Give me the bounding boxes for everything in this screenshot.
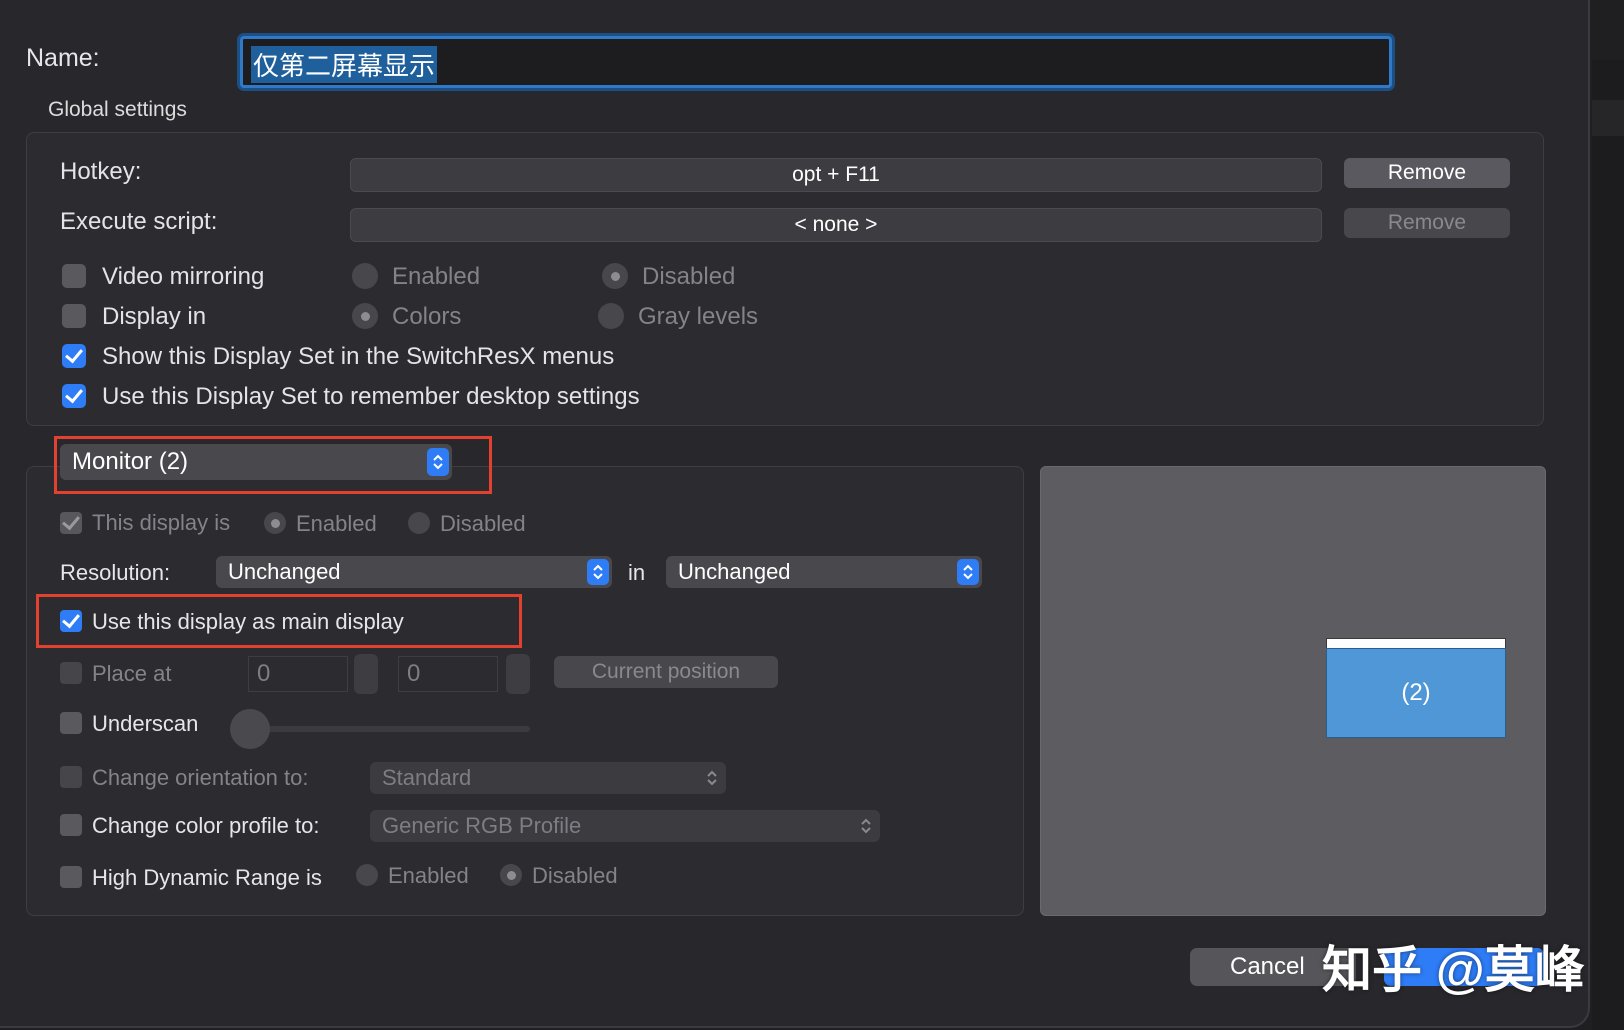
color-profile-popup[interactable]: Generic RGB Profile [370, 810, 880, 842]
video-mirroring-label: Video mirroring [102, 263, 265, 290]
monitor-selector-popup[interactable]: Monitor (2) [60, 444, 452, 480]
underscan-checkbox[interactable] [60, 712, 82, 734]
preview-screen[interactable]: (2) [1326, 648, 1506, 738]
hdr-disabled-label: Disabled [532, 863, 618, 888]
resolution-label: Resolution: [60, 560, 171, 585]
video-mirroring-disabled-radio[interactable] [602, 263, 628, 289]
hotkey-label: Hotkey: [60, 158, 142, 185]
main-display-checkbox[interactable] [60, 610, 82, 632]
place-at-checkbox[interactable] [60, 662, 82, 684]
place-at-x-stepper[interactable] [354, 654, 378, 694]
execute-script-value: < none > [794, 213, 878, 236]
place-at-y-value: 0 [407, 660, 421, 687]
watermark-text: 知乎 @莫峰 [1322, 942, 1585, 998]
display-in-colors-radio[interactable] [352, 303, 378, 329]
this-display-checkbox[interactable] [60, 512, 82, 534]
color-depth-popup[interactable]: Unchanged [666, 556, 982, 588]
popup-arrows-icon [957, 559, 979, 585]
this-display-enabled-label: Enabled [296, 511, 377, 536]
color-depth-value: Unchanged [678, 559, 791, 584]
video-mirroring-disabled-label: Disabled [642, 263, 736, 290]
place-at-x-value: 0 [257, 660, 271, 687]
display-in-label: Display in [102, 303, 207, 330]
execute-script-field[interactable]: < none > [350, 208, 1322, 242]
place-at-y-field[interactable]: 0 [398, 656, 498, 692]
show-in-menus-checkbox[interactable] [62, 344, 86, 368]
hdr-checkbox[interactable] [60, 866, 82, 888]
background-row-highlight [1592, 100, 1624, 136]
place-at-y-stepper[interactable] [506, 654, 530, 694]
popup-arrows-icon [427, 448, 449, 476]
display-in-gray-label: Gray levels [638, 303, 759, 330]
orientation-label: Change orientation to: [92, 765, 309, 790]
resolution-value: Unchanged [228, 559, 341, 584]
display-in-colors-label: Colors [392, 303, 462, 330]
resolution-in-label: in [628, 560, 646, 585]
this-display-label: This display is [92, 510, 231, 535]
underscan-slider-track[interactable] [250, 726, 530, 732]
hotkey-remove-button[interactable]: Remove [1344, 158, 1510, 188]
this-display-disabled-radio[interactable] [408, 512, 430, 534]
color-profile-label: Change color profile to: [92, 813, 320, 838]
orientation-checkbox[interactable] [60, 766, 82, 788]
hotkey-field[interactable]: opt + F11 [350, 158, 1322, 192]
hdr-enabled-radio[interactable] [356, 864, 378, 886]
hdr-label: High Dynamic Range is [92, 865, 322, 890]
underscan-label: Underscan [92, 711, 199, 736]
orientation-popup[interactable]: Standard [370, 762, 726, 794]
place-at-label: Place at [92, 661, 172, 686]
underscan-slider-knob[interactable] [230, 709, 270, 749]
place-at-x-field[interactable]: 0 [248, 656, 348, 692]
popup-arrows-icon [855, 813, 877, 839]
orientation-value: Standard [382, 765, 472, 790]
display-in-checkbox[interactable] [62, 304, 86, 328]
name-label: Name: [26, 44, 100, 72]
background-window-strip [1592, 60, 1624, 1030]
popup-arrows-icon [587, 559, 609, 585]
popup-arrows-icon [701, 765, 723, 791]
this-display-enabled-radio[interactable] [264, 512, 286, 534]
display-in-gray-radio[interactable] [598, 303, 624, 329]
execute-script-label: Execute script: [60, 208, 218, 235]
color-profile-value: Generic RGB Profile [382, 813, 582, 838]
name-input-value: 仅第二屏幕显示 [251, 46, 438, 83]
monitor-selector-value: Monitor (2) [72, 448, 189, 475]
color-profile-checkbox[interactable] [60, 814, 82, 836]
show-in-menus-label: Show this Display Set in the SwitchResX … [102, 343, 615, 370]
global-settings-title: Global settings [48, 98, 187, 121]
resolution-popup[interactable]: Unchanged [216, 556, 612, 588]
hdr-disabled-radio[interactable] [500, 864, 522, 886]
current-position-button[interactable]: Current position [554, 656, 778, 688]
hdr-enabled-label: Enabled [388, 863, 469, 888]
video-mirroring-enabled-radio[interactable] [352, 263, 378, 289]
script-remove-button[interactable]: Remove [1344, 208, 1510, 238]
remember-desktop-label: Use this Display Set to remember desktop… [102, 383, 640, 410]
remember-desktop-checkbox[interactable] [62, 384, 86, 408]
this-display-disabled-label: Disabled [440, 511, 526, 536]
name-input[interactable]: 仅第二屏幕显示 [240, 36, 1392, 88]
hotkey-value: opt + F11 [792, 163, 880, 186]
preview-screen-label: (2) [1401, 679, 1431, 706]
main-display-label: Use this display as main display [92, 609, 404, 634]
video-mirroring-enabled-label: Enabled [392, 263, 481, 290]
video-mirroring-checkbox[interactable] [62, 264, 86, 288]
